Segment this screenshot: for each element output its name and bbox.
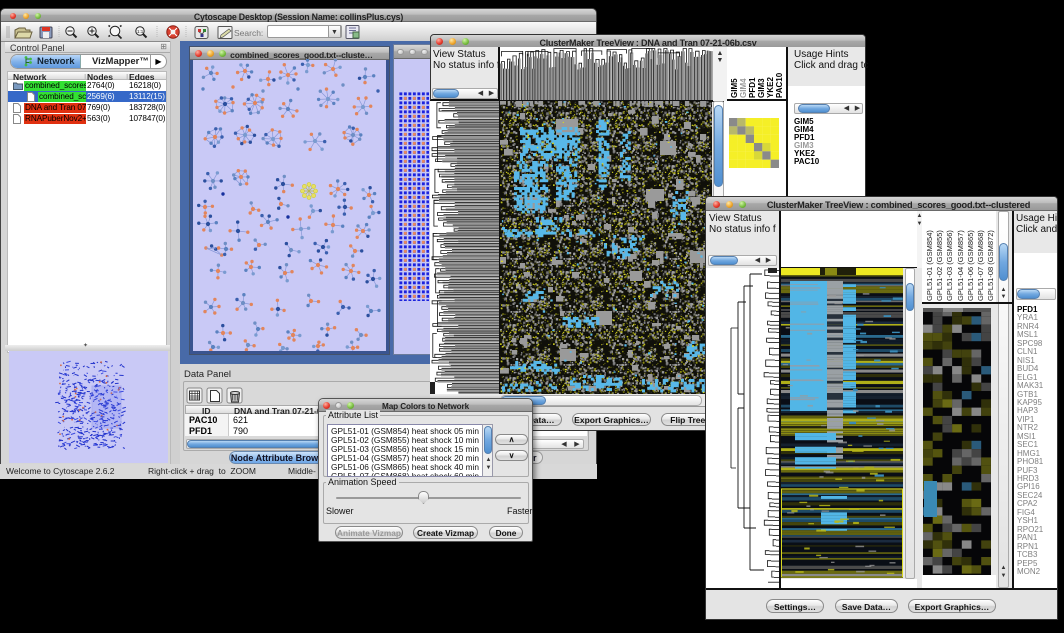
svg-text:1:1: 1:1 [137,29,144,34]
